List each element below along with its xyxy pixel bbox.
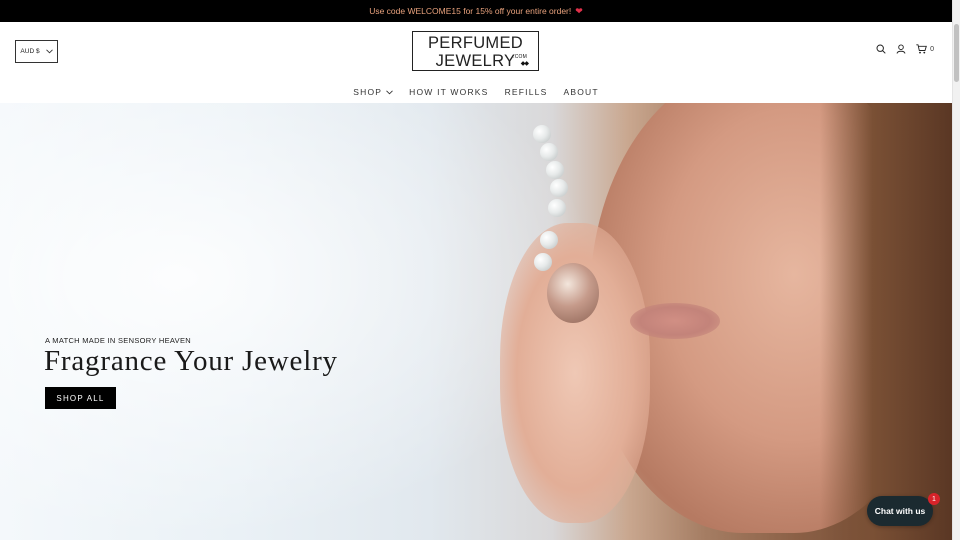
chat-notification-badge: 1 [928,493,940,505]
chat-button[interactable]: Chat with us [867,496,933,526]
hero-tagline: A MATCH MADE IN SENSORY HEAVEN [45,336,191,345]
hero-image-hair [820,103,952,540]
currency-selector[interactable]: AUD $ [15,40,58,63]
chevron-down-icon [45,49,53,54]
account-icon[interactable] [896,44,906,54]
hero-headline: Fragrance Your Jewelry [44,345,338,377]
hero-image-lips [630,303,720,339]
scrollbar[interactable] [952,0,960,540]
logo-gems-icon: ◆◆ [520,61,529,67]
cart-button[interactable]: 0 [916,44,934,54]
nav-item-how-it-works[interactable]: HOW IT WORKS [409,87,488,97]
heart-gem-icon: ❤ [575,5,583,16]
currency-label: AUD $ [20,48,40,55]
cart-count: 0 [930,45,934,53]
announcement-text: Use code WELCOME15 for 15% off your enti… [369,6,572,16]
bead [540,143,558,161]
site-logo[interactable]: PERFUMED JEWELRY .COM ◆◆ [412,31,539,71]
bead [550,179,568,197]
scrollbar-thumb[interactable] [954,24,959,82]
cart-icon [916,44,928,54]
site-header: AUD $ PERFUMED JEWELRY .COM ◆◆ 0 SHOP HO… [0,22,952,103]
bead [546,161,564,179]
logo-suffix: .COM [513,54,527,60]
header-icons: 0 [876,44,934,54]
chevron-down-icon [386,89,393,94]
announcement-bar: Use code WELCOME15 for 15% off your enti… [0,0,952,22]
nav-item-label: SHOP [353,87,383,97]
bead [533,125,551,143]
logo-line1: PERFUMED [428,34,523,52]
hero-image-locket [547,263,599,323]
nav-item-about[interactable]: ABOUT [563,87,598,97]
bead [548,199,566,217]
shop-all-button[interactable]: SHOP ALL [45,387,116,409]
nav-item-refills[interactable]: REFILLS [505,87,548,97]
hero-banner [0,103,952,540]
main-nav: SHOP HOW IT WORKS REFILLS ABOUT [0,81,952,103]
nav-item-shop[interactable]: SHOP [353,87,393,97]
bead [534,253,552,271]
bead [540,231,558,249]
search-icon[interactable] [876,44,886,54]
